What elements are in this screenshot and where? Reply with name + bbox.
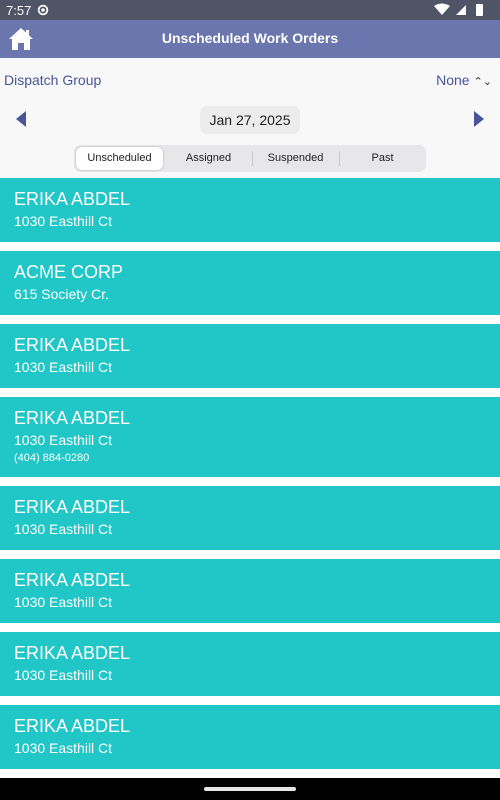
customer-address: 1030 Easthill Ct — [14, 740, 113, 756]
customer-address: 1030 Easthill Ct — [14, 667, 113, 683]
customer-name: ERIKA ABDEL — [14, 335, 131, 355]
status-time: 7:57 — [6, 3, 32, 18]
tab-assigned[interactable]: Assigned — [165, 145, 252, 172]
work-order-card[interactable]: ERIKA ABDEL 1030 Easthill Ct — [0, 178, 500, 242]
status-segmented-control: Unscheduled Assigned Suspended Past — [74, 145, 426, 172]
work-order-card[interactable]: ERIKA ABDEL 1030 Easthill Ct — [0, 632, 500, 696]
page-title: Unscheduled Work Orders — [161, 30, 339, 46]
system-status-icons — [434, 3, 483, 16]
work-order-card[interactable]: ERIKA ABDEL 1030 Easthill Ct — [0, 705, 500, 769]
work-order-list: ERIKA ABDEL 1030 Easthill Ct ACME CORP 6… — [0, 178, 500, 778]
app-bar: Unscheduled Work Orders — [0, 20, 500, 58]
customer-name: ERIKA ABDEL — [14, 408, 131, 428]
customer-name: ACME CORP — [14, 262, 124, 282]
settings-gear-icon — [37, 4, 49, 16]
customer-name: ERIKA ABDEL — [14, 570, 131, 590]
wifi-icon — [434, 3, 450, 15]
dispatch-group-value: None — [436, 72, 470, 88]
tab-unscheduled[interactable]: Unscheduled — [76, 147, 163, 170]
customer-phone: (404) 884-0280 — [14, 452, 90, 464]
customer-name: ERIKA ABDEL — [14, 497, 131, 517]
customer-name: ERIKA ABDEL — [14, 643, 131, 663]
customer-address: 1030 Easthill Ct — [14, 359, 113, 375]
customer-address: 1030 Easthill Ct — [14, 432, 113, 448]
previous-date-arrow-icon[interactable] — [14, 110, 28, 128]
tab-suspended[interactable]: Suspended — [252, 145, 339, 172]
work-order-card[interactable]: ERIKA ABDEL 1030 Easthill Ct — [0, 324, 500, 388]
customer-name: ERIKA ABDEL — [14, 189, 131, 209]
cellular-signal-icon — [456, 5, 466, 15]
tab-past[interactable]: Past — [339, 145, 426, 172]
date-picker[interactable]: Jan 27, 2025 — [200, 106, 300, 134]
customer-name: ERIKA ABDEL — [14, 716, 131, 736]
customer-address: 1030 Easthill Ct — [14, 594, 113, 610]
status-bar: 7:57 — [0, 0, 500, 20]
dispatch-group-label: Dispatch Group — [4, 72, 102, 88]
next-date-arrow-icon[interactable] — [472, 110, 486, 128]
work-order-card[interactable]: ERIKA ABDEL 1030 Easthill Ct — [0, 486, 500, 550]
work-order-card[interactable]: ERIKA ABDEL 1030 Easthill Ct — [0, 559, 500, 623]
customer-address: 1030 Easthill Ct — [14, 213, 113, 229]
customer-address: 1030 Easthill Ct — [14, 521, 113, 537]
gesture-handle[interactable] — [204, 787, 296, 791]
customer-address: 615 Society Cr. — [14, 286, 109, 302]
system-navigation-bar — [0, 778, 500, 800]
work-order-card[interactable]: ACME CORP 615 Society Cr. — [0, 251, 500, 315]
chevron-up-down-icon: ⌃⌄ — [473, 76, 492, 88]
battery-icon — [476, 4, 483, 16]
work-order-card[interactable]: ERIKA ABDEL 1030 Easthill Ct (404) 884-0… — [0, 397, 500, 477]
dispatch-group-select[interactable]: None ⌃⌄ — [436, 72, 492, 88]
filter-panel: Dispatch Group None ⌃⌄ Jan 27, 2025 Unsch… — [0, 58, 500, 178]
